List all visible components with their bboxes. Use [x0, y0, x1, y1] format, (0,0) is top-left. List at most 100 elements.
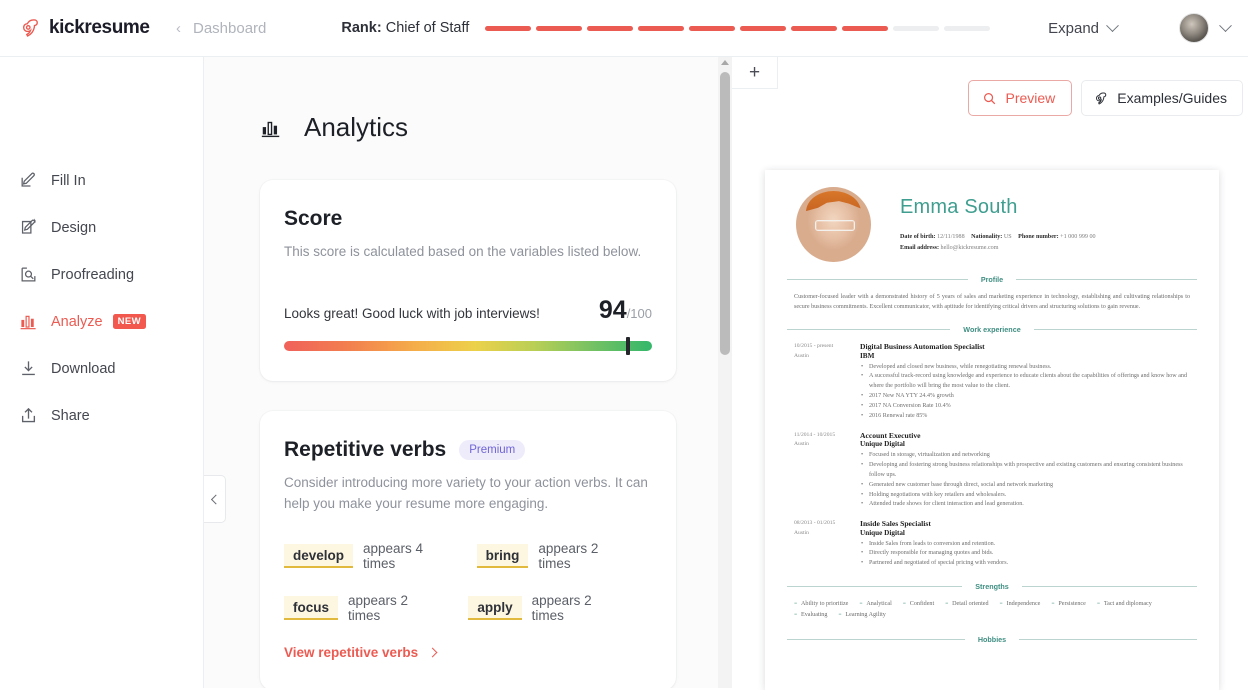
strength-item: Learning Agility — [838, 610, 885, 621]
section-heading-profile: Profile — [787, 275, 1197, 284]
top-bar: kickresume ‹ Dashboard Rank: Chief of St… — [0, 0, 1248, 57]
sidebar-item-download[interactable]: Download — [0, 345, 203, 392]
strength-item: Persistence — [1051, 599, 1085, 610]
work-experience-list: 10/2015 - present Austin Digital Business … — [787, 342, 1197, 569]
divider — [787, 329, 951, 331]
sidebar-item-label: Share — [51, 407, 90, 424]
job-bullet: Attended trade shows for client interact… — [860, 500, 1193, 510]
profile-photo — [796, 187, 871, 262]
view-repetitive-verbs-label: View repetitive verbs — [284, 644, 419, 660]
breadcrumb[interactable]: ‹ Dashboard — [176, 20, 266, 37]
brand-name: kickresume — [49, 17, 150, 38]
job-bullet: Developed and closed new business, while… — [860, 363, 1193, 373]
sidebar-item-design[interactable]: Design — [0, 204, 203, 251]
strength-item: Confident — [903, 599, 934, 610]
dob-label: Date of birth: — [900, 234, 936, 241]
profile-heading: Profile — [980, 275, 1004, 284]
chevron-down-icon — [1219, 18, 1232, 32]
rank-segment — [893, 25, 940, 31]
avatar[interactable] — [1179, 13, 1209, 43]
dob-value: 12/11/1988 — [937, 234, 965, 241]
verb-chip[interactable]: bring — [476, 543, 529, 568]
divider — [787, 279, 968, 280]
preview-button[interactable]: Preview — [968, 80, 1073, 116]
nationality-label: Nationality: — [971, 234, 1003, 241]
section-heading-strengths: Strengths — [787, 582, 1198, 592]
job-bullet: Focused in storage, virtualization and n… — [860, 451, 1193, 461]
view-repetitive-verbs-link[interactable]: View repetitive verbs — [284, 645, 652, 660]
job-company: Unique Digital — [860, 440, 905, 449]
repetitive-verbs-description: Consider introducing more variety to you… — [284, 474, 648, 511]
chevron-right-icon — [427, 647, 438, 658]
rank-segment — [689, 25, 736, 31]
scrollbar-thumb[interactable] — [720, 72, 730, 355]
job-bullet: Inside Sales from leads to conversion an… — [860, 540, 1193, 550]
sidebar-item-proofreading[interactable]: Proofreading — [0, 251, 203, 298]
add-page-button[interactable]: + — [732, 57, 778, 89]
scroll-up-arrow-icon[interactable] — [721, 60, 729, 65]
sidebar-item-share[interactable]: Share — [0, 392, 203, 439]
phone-label: Phone number: — [1018, 234, 1059, 241]
email-value: hello@kickresume.com — [940, 244, 999, 251]
expand-dropdown[interactable]: Expand — [1048, 18, 1119, 37]
job-body: Digital Business Automation Specialist IB… — [860, 342, 1193, 422]
work-experience-heading: Work experience — [963, 325, 1021, 335]
breadcrumb-dashboard[interactable]: Dashboard — [193, 20, 266, 37]
strengths-heading: Strengths — [975, 582, 1009, 592]
rank-segment — [485, 25, 532, 31]
repetitive-verbs-title-row: Repetitive verbs Premium — [284, 438, 652, 462]
analytics-panel: Analytics Score This score is calculated… — [204, 57, 732, 688]
score-message: Looks great! Good luck with job intervie… — [284, 305, 540, 321]
rank-segment — [638, 25, 685, 31]
sidebar-item-analyze[interactable]: Analyze NEW — [0, 298, 203, 345]
divider — [787, 638, 965, 640]
job-bullet: 2016 Renewal rate 85% — [860, 412, 1193, 422]
sidebar-item-label: Design — [51, 219, 97, 236]
sidebar-item-label: Fill In — [51, 172, 86, 189]
collapse-sidebar-handle[interactable] — [204, 475, 226, 523]
chevron-left-icon — [210, 494, 221, 504]
profile-text: Customer-focused leader with a demonstra… — [794, 294, 1190, 311]
examples-guides-label: Examples/Guides — [1117, 90, 1227, 106]
sidebar-item-fill-in[interactable]: Fill In — [0, 157, 203, 204]
resume-document[interactable]: Emma South Date of birth: 12/11/1988 Nat… — [765, 170, 1219, 690]
bar-chart-icon — [20, 315, 36, 330]
rank-segment — [740, 25, 787, 31]
work-experience-entry[interactable]: 08/2013 - 01/2015 Austin Inside Sales Spec… — [787, 519, 1197, 569]
verb-chip[interactable]: develop — [284, 543, 354, 568]
job-bullet: Generated new customer base through dire… — [860, 481, 1193, 491]
verb-chip[interactable]: focus — [284, 595, 339, 620]
work-experience-entry[interactable]: 11/2014 - 10/2015 Austin Account Executive… — [787, 431, 1197, 511]
account-menu[interactable] — [1179, 13, 1232, 43]
strength-item: Independence — [1000, 599, 1041, 610]
repetitive-verbs-title: Repetitive verbs — [284, 437, 447, 461]
expand-label: Expand — [1048, 19, 1099, 37]
chevron-left-icon[interactable]: ‹ — [176, 20, 181, 37]
chevron-down-icon — [1106, 18, 1119, 32]
score-card-title: Score — [284, 207, 343, 230]
divider — [787, 586, 963, 588]
verb-chip[interactable]: apply — [468, 595, 522, 620]
verbs-list: develop appears 4 times bring appears 2 tim… — [284, 541, 652, 623]
sidebar-item-label: Proofreading — [51, 266, 135, 283]
job-body: Account ExecutiveUnique Digital Focused i… — [860, 431, 1193, 511]
section-heading-work: Work experience — [787, 325, 1197, 334]
design-pencil-icon — [21, 218, 36, 234]
kickresume-logo-icon — [22, 19, 38, 37]
job-role: Account Executive — [860, 430, 921, 440]
strength-item: Analytical — [859, 599, 891, 610]
rank-indicator: Rank: Chief of Staff — [341, 20, 991, 36]
preview-actions: Preview Examples/Guides — [968, 80, 1243, 116]
sidebar: Fill In Design Proofreading Analyze NEW Downl… — [0, 57, 204, 688]
verb-row: develop appears 4 times bring appears 2 tim… — [284, 541, 652, 571]
strength-item: Ability to prioritize — [794, 599, 848, 610]
magnifier-doc-icon — [21, 267, 36, 282]
brand-logo[interactable]: kickresume — [20, 17, 170, 39]
analytics-scrollbar[interactable] — [718, 57, 732, 688]
job-company: IBM — [860, 351, 875, 360]
work-experience-entry[interactable]: 10/2015 - present Austin Digital Business … — [787, 342, 1197, 422]
hobbies-heading: Hobbies — [977, 634, 1007, 644]
score-value-wrap: 94/100 — [599, 296, 652, 325]
examples-guides-button[interactable]: Examples/Guides — [1081, 80, 1243, 116]
search-icon — [984, 92, 996, 104]
